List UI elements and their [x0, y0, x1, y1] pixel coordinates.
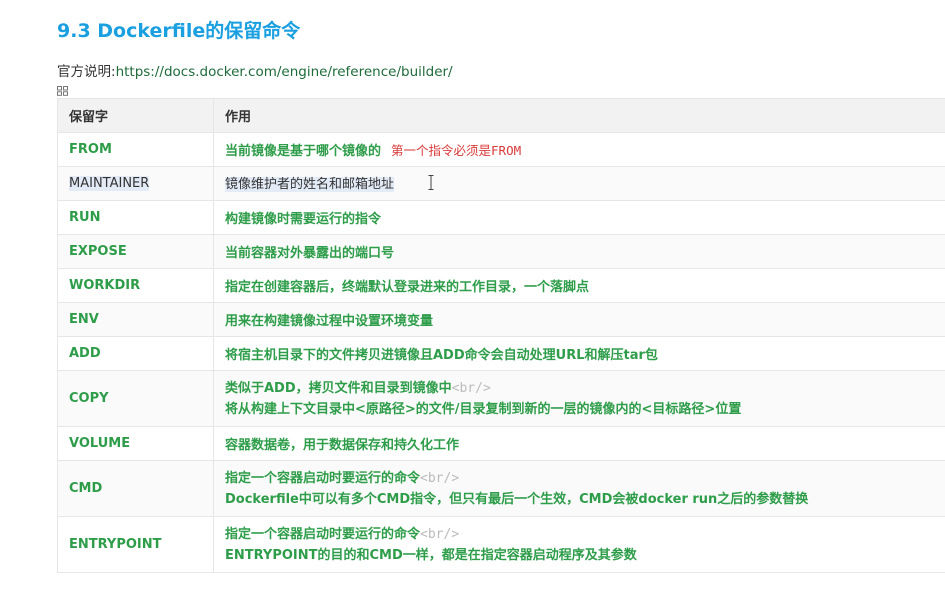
- keyword-cell: FROM: [57, 132, 214, 167]
- description-cell: 指定在创建容器后，终端默认登录进来的工作目录，一个落脚点: [213, 268, 945, 303]
- keyword-cell: ENTRYPOINT: [57, 516, 214, 573]
- official-description-label: 官方说明:: [57, 64, 116, 80]
- keyword-cell: CMD: [57, 460, 214, 517]
- selected-description-text: 镜像维护者的姓名和邮箱地址: [225, 177, 395, 192]
- table-row: RUN 构建镜像时需要运行的指令: [57, 200, 945, 235]
- description-cell: 当前容器对外暴露出的端口号: [213, 234, 945, 269]
- description-cell: 容器数据卷，用于数据保存和持久化工作: [213, 426, 945, 461]
- grid-handle-icon[interactable]: [57, 81, 68, 96]
- description-text: 用来在构建镜像过程中设置环境变量: [225, 314, 434, 329]
- official-description: 官方说明:https://docs.docker.com/engine/refe…: [57, 60, 453, 80]
- keyword-cell: VOLUME: [57, 426, 214, 461]
- reserved-words-table: 保留字 作用 FROM 当前镜像是基于哪个镜像的 第一个指令必须是FROM MAI…: [57, 98, 945, 573]
- br-tag-text: <br/>: [451, 380, 491, 396]
- table-row: COPY 类似于ADD，拷贝文件和目录到镜像中<br/> 将从构建上下文目录中<…: [57, 370, 945, 427]
- table-row: MAINTAINER 镜像维护者的姓名和邮箱地址: [57, 166, 945, 201]
- table-row: FROM 当前镜像是基于哪个镜像的 第一个指令必须是FROM: [57, 132, 945, 167]
- description-text: 容器数据卷，用于数据保存和持久化工作: [225, 438, 460, 453]
- description-cell: 将宿主机目录下的文件拷贝进镜像且ADD命令会自动处理URL和解压tar包: [213, 336, 945, 371]
- table-row: EXPOSE 当前容器对外暴露出的端口号: [57, 234, 945, 269]
- br-tag-text: <br/>: [420, 526, 460, 542]
- description-text-second-line: ENTRYPOINT的目的和CMD一样，都是在指定容器启动程序及其参数: [225, 547, 637, 563]
- keyword-cell: WORKDIR: [57, 268, 214, 303]
- keyword-cell: ADD: [57, 336, 214, 371]
- text-cursor-icon: [428, 175, 434, 194]
- table-row: ENTRYPOINT 指定一个容器启动时要运行的命令<br/> ENTRYPOI…: [57, 516, 945, 573]
- document-page: 9.3 Dockerfile的保留命令 官方说明:https://docs.do…: [0, 0, 945, 592]
- official-docs-link[interactable]: https://docs.docker.com/engine/reference…: [116, 64, 453, 80]
- table-row: CMD 指定一个容器启动时要运行的命令<br/> Dockerfile中可以有多…: [57, 460, 945, 517]
- table-row: WORKDIR 指定在创建容器后，终端默认登录进来的工作目录，一个落脚点: [57, 268, 945, 303]
- table-row: ADD 将宿主机目录下的文件拷贝进镜像且ADD命令会自动处理URL和解压tar包: [57, 336, 945, 371]
- description-text: 指定在创建容器后，终端默认登录进来的工作目录，一个落脚点: [225, 280, 590, 295]
- note-text: 第一个指令必须是FROM: [391, 143, 522, 158]
- description-cell: 镜像维护者的姓名和邮箱地址: [213, 166, 945, 201]
- section-title: 9.3 Dockerfile的保留命令: [57, 20, 301, 42]
- description-text: 指定一个容器启动时要运行的命令: [225, 470, 421, 486]
- keyword-cell: ENV: [57, 302, 214, 337]
- description-text: 指定一个容器启动时要运行的命令: [225, 526, 421, 542]
- description-text: 当前镜像是基于哪个镜像的: [225, 144, 382, 159]
- description-cell: 构建镜像时需要运行的指令: [213, 200, 945, 235]
- description-text: 将宿主机目录下的文件拷贝进镜像且ADD命令会自动处理URL和解压tar包: [225, 348, 658, 363]
- column-header-keyword: 保留字: [57, 98, 214, 133]
- description-cell: 当前镜像是基于哪个镜像的 第一个指令必须是FROM: [213, 132, 945, 167]
- table-row: ENV 用来在构建镜像过程中设置环境变量: [57, 302, 945, 337]
- description-text-second-line: Dockerfile中可以有多个CMD指令，但只有最后一个生效，CMD会被doc…: [225, 491, 809, 507]
- column-header-purpose: 作用: [213, 98, 945, 133]
- keyword-cell: RUN: [57, 200, 214, 235]
- description-text: 构建镜像时需要运行的指令: [225, 212, 382, 227]
- br-tag-text: <br/>: [420, 470, 460, 486]
- description-text-second-line: 将从构建上下文目录中<原路径>的文件/目录复制到新的一层的镜像内的<目标路径>位…: [225, 401, 742, 417]
- description-text: 当前容器对外暴露出的端口号: [225, 246, 395, 261]
- description-cell: 用来在构建镜像过程中设置环境变量: [213, 302, 945, 337]
- keyword-cell: EXPOSE: [57, 234, 214, 269]
- description-text: 类似于ADD，拷贝文件和目录到镜像中: [225, 380, 452, 396]
- selected-keyword: MAINTAINER: [69, 176, 150, 191]
- keyword-cell: COPY: [57, 370, 214, 427]
- description-cell: 指定一个容器启动时要运行的命令<br/> Dockerfile中可以有多个CMD…: [213, 460, 945, 517]
- description-cell: 指定一个容器启动时要运行的命令<br/> ENTRYPOINT的目的和CMD一样…: [213, 516, 945, 573]
- keyword-cell: MAINTAINER: [57, 166, 214, 201]
- table-row: VOLUME 容器数据卷，用于数据保存和持久化工作: [57, 426, 945, 461]
- description-cell: 类似于ADD，拷贝文件和目录到镜像中<br/> 将从构建上下文目录中<原路径>的…: [213, 370, 945, 427]
- table-header-row: 保留字 作用: [57, 98, 945, 133]
